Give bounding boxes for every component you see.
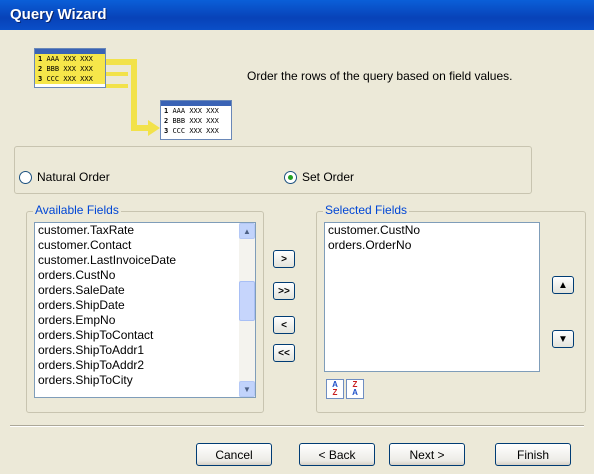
set-order-label: Set Order [302, 170, 355, 184]
remove-field-button[interactable]: < [273, 316, 295, 334]
move-down-button[interactable]: ▼ [552, 330, 574, 348]
list-item[interactable]: orders.ShipToContact [35, 328, 255, 343]
list-item[interactable]: customer.TaxRate [35, 223, 255, 238]
add-field-button[interactable]: > [273, 250, 295, 268]
sort-descending-button[interactable]: ZA [346, 379, 364, 399]
list-item[interactable]: orders.ShipDate [35, 298, 255, 313]
radio-circle [19, 170, 32, 184]
vertical-scrollbar[interactable]: ▲ ▼ [239, 223, 255, 397]
scroll-down-icon[interactable]: ▼ [239, 381, 255, 397]
remove-all-fields-button[interactable]: << [273, 344, 295, 362]
cancel-button[interactable]: Cancel [196, 443, 272, 466]
list-item[interactable]: orders.CustNo [35, 268, 255, 283]
title-bar[interactable]: Query Wizard [0, 0, 594, 30]
next-button[interactable]: Next > [389, 443, 465, 466]
list-item[interactable]: orders.OrderNo [325, 238, 539, 253]
list-item[interactable]: orders.ShipToAddr1 [35, 343, 255, 358]
graphic-row: 2 BBB XXX XXX [164, 117, 219, 125]
natural-order-radio[interactable]: Natural Order [19, 170, 110, 184]
scrollbar-thumb[interactable] [239, 281, 255, 321]
radio-circle [284, 170, 297, 184]
move-up-button[interactable]: ▲ [552, 276, 574, 294]
scroll-up-icon[interactable]: ▲ [239, 223, 255, 239]
list-item[interactable]: customer.LastInvoiceDate [35, 253, 255, 268]
arrow-down-icon: ▼ [558, 333, 568, 345]
graphic-row: 1 AAA XXX XXX [164, 107, 219, 115]
list-item[interactable]: customer.CustNo [325, 223, 539, 238]
selected-fields-list[interactable]: customer.CustNo orders.OrderNo [324, 222, 540, 372]
list-item[interactable]: orders.ShipToCity [35, 373, 255, 388]
available-fields-legend: Available Fields [33, 203, 121, 217]
result-table-graphic: 1 AAA XXX XXX 2 BBB XXX XXX 3 CCC XXX XX… [160, 100, 232, 140]
graphic-row: 3 CCC XXX XXX [164, 127, 219, 135]
back-button[interactable]: < Back [299, 443, 375, 466]
arrow-up-icon: ▲ [558, 279, 568, 291]
sort-ascending-button[interactable]: AZ [326, 379, 344, 399]
selected-fields-legend: Selected Fields [323, 203, 410, 217]
ordering-illustration: 1 AAA XXX XXX 2 BBB XXX XXX 3 CCC XXX XX… [30, 44, 232, 148]
window-title: Query Wizard [10, 6, 107, 23]
list-item[interactable]: customer.Contact [35, 238, 255, 253]
radio-dot [288, 174, 293, 180]
separator [10, 425, 584, 427]
instructions-text: Order the rows of the query based on fie… [247, 69, 513, 83]
finish-button[interactable]: Finish [495, 443, 571, 466]
list-item[interactable]: orders.ShipToAddr2 [35, 358, 255, 373]
available-fields-list[interactable]: customer.TaxRate customer.Contact custom… [34, 222, 256, 398]
add-all-fields-button[interactable]: >> [273, 282, 295, 300]
set-order-radio[interactable]: Set Order [284, 170, 354, 184]
list-item[interactable]: orders.EmpNo [35, 313, 255, 328]
list-item[interactable]: orders.SaleDate [35, 283, 255, 298]
natural-order-label: Natural Order [37, 170, 110, 184]
